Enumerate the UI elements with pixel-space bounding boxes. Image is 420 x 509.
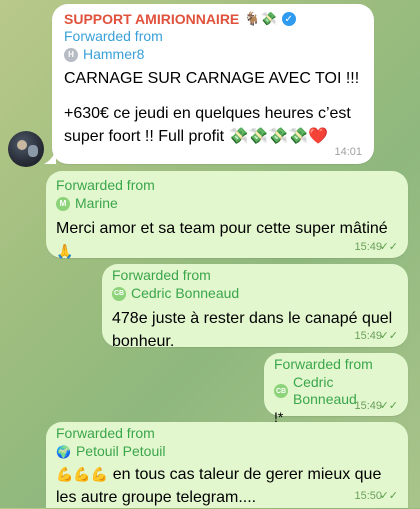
message-bubble-4[interactable]: Forwarded from CB Cedric Bonneaud !* 15:… — [264, 353, 408, 425]
message-bubble-5[interactable]: Forwarded from 🌍 Petouil Petouil 💪💪💪 en … — [46, 422, 408, 508]
origin-name[interactable]: Cedric Bonneaud — [131, 285, 239, 302]
channel-emojis: 🐐💸 — [244, 11, 277, 26]
message-line: CARNAGE SUR CARNAGE AVEC TOI !!! — [64, 70, 360, 87]
forwarded-label: Forwarded from — [56, 425, 155, 441]
forwarded-label: Forwarded from — [274, 356, 373, 372]
message-bubble-1[interactable]: SUPPORT AMIRIONNAIRE 🐐💸 ✓ Forwarded from… — [52, 4, 374, 164]
muscle-emojis: 💪💪💪 — [56, 466, 109, 482]
origin-name[interactable]: Marine — [75, 195, 118, 212]
double-check-icon: ✓✓ — [379, 330, 398, 342]
origin-avatar: H — [64, 47, 78, 62]
forwarded-label: Forwarded from — [112, 267, 211, 283]
origin-avatar: CB — [274, 384, 288, 398]
origin-name[interactable]: Petouil Petouil — [76, 443, 166, 460]
origin-avatar-emoji: 🌍 — [56, 444, 71, 459]
forwarded-label: Forwarded from — [56, 177, 155, 193]
message-line: Merci amor et sa team pour cette super m… — [56, 220, 388, 237]
message-time: 15:49 — [354, 241, 382, 253]
message-line: les autre groupe telegram.... — [56, 489, 257, 506]
message-bubble-2[interactable]: Forwarded from M Marine Merci amor et sa… — [46, 171, 408, 259]
message-line-row: 💪💪💪 en tous cas taleur de gerer mieux qu… — [56, 463, 398, 486]
message-line: 478e juste à rester dans le canapé quel — [112, 310, 393, 327]
message-time: 15:50 — [354, 490, 382, 502]
bubble-tail — [44, 150, 56, 164]
origin-name[interactable]: Hammer8 — [83, 46, 144, 63]
verified-badge-icon: ✓ — [281, 12, 296, 26]
double-check-icon: ✓✓ — [379, 241, 398, 253]
double-check-icon: ✓✓ — [379, 490, 398, 502]
message-line: +630€ ce jeudi en quelques heures c’est — [64, 105, 351, 122]
forwarded-label: Forwarded from — [64, 28, 163, 44]
channel-name[interactable]: SUPPORT AMIRIONNAIRE — [64, 10, 239, 28]
origin-avatar: M — [56, 196, 70, 211]
message-time: 14:01 — [334, 146, 362, 158]
sender-avatar[interactable] — [8, 131, 44, 167]
message-line: super foort !! Full profit 💸💸💸💸❤️ — [64, 128, 329, 145]
message-line-blank — [64, 90, 362, 102]
origin-avatar: CB — [112, 286, 126, 301]
message-line: en tous cas taleur de gerer mieux que — [112, 466, 382, 483]
message-time: 15:49 — [354, 330, 382, 342]
message-time: 15:49 — [354, 400, 382, 412]
double-check-icon: ✓✓ — [379, 400, 398, 412]
pray-emoji: 🙏 — [56, 243, 74, 259]
message-bubble-3[interactable]: Forwarded from CB Cedric Bonneaud 478e j… — [102, 264, 408, 350]
